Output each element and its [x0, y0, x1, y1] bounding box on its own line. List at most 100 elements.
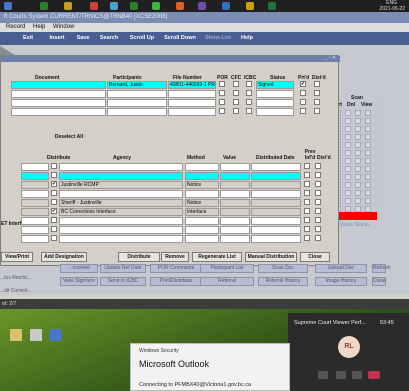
dialog-button-remove[interactable]: Remove [161, 252, 189, 262]
por-checkbox[interactable] [219, 90, 225, 96]
show-list-button[interactable]: Show List [204, 34, 232, 43]
app-icon[interactable] [110, 2, 118, 10]
por-checkbox[interactable] [219, 108, 225, 114]
icbc-checkbox[interactable] [246, 81, 252, 87]
value-cell[interactable] [220, 208, 250, 216]
scan-checkbox[interactable] [365, 190, 371, 196]
distd-checkbox[interactable] [315, 217, 321, 223]
scan-checkbox[interactable] [365, 166, 371, 172]
cfc-checkbox[interactable] [233, 81, 239, 87]
scan-checkbox[interactable] [365, 118, 371, 124]
printed-checkbox[interactable] [300, 90, 306, 96]
app-icon[interactable] [198, 2, 206, 10]
scan-checkbox[interactable] [345, 174, 351, 180]
printed-checkbox[interactable] [300, 99, 306, 105]
file-number-cell[interactable] [168, 108, 216, 116]
participants-cell[interactable] [107, 99, 167, 107]
prev-infd-checkbox[interactable] [304, 181, 310, 187]
distributed-date-cell[interactable] [251, 181, 301, 189]
distributed-date-cell[interactable] [251, 217, 301, 225]
status-cell[interactable] [256, 90, 294, 98]
value-cell[interactable] [220, 172, 250, 180]
printed-checkbox[interactable] [300, 108, 306, 114]
printed-checkbox[interactable]: ✔ [300, 81, 306, 87]
distd-checkbox[interactable] [315, 208, 321, 214]
left-link-1[interactable]: ...tus Recrid... [0, 275, 31, 281]
cfc-checkbox[interactable] [233, 108, 239, 114]
scan-checkbox[interactable] [345, 110, 351, 116]
menu-window[interactable]: Window [53, 24, 74, 30]
scan-checkbox[interactable] [355, 110, 361, 116]
distributed-checkbox[interactable] [314, 108, 320, 114]
scan-checkbox[interactable] [355, 198, 361, 204]
prev-infd-checkbox[interactable] [304, 208, 310, 214]
participants-cell[interactable] [107, 90, 167, 98]
distribute-cell[interactable] [21, 190, 49, 198]
app-icon[interactable] [152, 2, 160, 10]
distribute-checkbox[interactable] [51, 217, 57, 223]
method-cell[interactable]: Notice [185, 181, 219, 189]
file-number-cell[interactable]: 40801-446569-1 PRA [168, 81, 216, 89]
distribute-cell[interactable] [21, 208, 49, 216]
document-cell[interactable] [11, 90, 106, 98]
scan-checkbox[interactable] [345, 142, 351, 148]
status-cell[interactable]: Signed [256, 81, 294, 89]
scan-checkbox[interactable] [345, 166, 351, 172]
distributed-date-cell[interactable] [251, 208, 301, 216]
menu-record[interactable]: Record [6, 24, 25, 30]
left-link-2[interactable]: ...dit Current... [0, 288, 32, 294]
scan-checkbox[interactable] [355, 142, 361, 148]
bottom-button-update-ref-date[interactable]: Update Ref Date [100, 264, 146, 273]
method-cell[interactable] [185, 190, 219, 198]
deselect-all-button[interactable]: Deselect All [49, 133, 89, 143]
prev-infd-checkbox[interactable] [304, 172, 310, 178]
participants-cell[interactable]: Bernard, Justin [107, 81, 167, 89]
bottom-button-referral-history[interactable]: Referral History [258, 277, 308, 286]
distd-checkbox[interactable] [315, 235, 321, 241]
method-cell[interactable] [185, 163, 219, 171]
distribute-checkbox[interactable] [51, 226, 57, 232]
agency-cell[interactable]: Sheriff - Justinville [59, 199, 183, 207]
distributed-date-cell[interactable] [251, 190, 301, 198]
document-cell[interactable] [11, 99, 106, 107]
icbc-checkbox[interactable] [246, 99, 252, 105]
scan-checkbox[interactable] [355, 182, 361, 188]
bottom-button-referral[interactable]: Referral [200, 277, 254, 286]
por-checkbox[interactable] [219, 99, 225, 105]
scan-checkbox[interactable] [365, 198, 371, 204]
app-icon[interactable] [176, 2, 184, 10]
scan-checkbox[interactable] [345, 150, 351, 156]
value-cell[interactable] [220, 181, 250, 189]
app-icon[interactable] [222, 2, 230, 10]
distribute-checkbox[interactable] [51, 190, 57, 196]
scroll-up-button[interactable]: Scroll Up [126, 34, 158, 43]
distributed-checkbox[interactable] [314, 99, 320, 105]
distd-checkbox[interactable] [315, 181, 321, 187]
scan-checkbox[interactable] [355, 134, 361, 140]
distd-checkbox[interactable] [315, 190, 321, 196]
method-cell[interactable]: Notice [185, 199, 219, 207]
app-icon[interactable] [40, 2, 48, 10]
app-icon[interactable] [130, 2, 138, 10]
status-cell[interactable] [256, 108, 294, 116]
scroll-down-button[interactable]: Scroll Down [160, 34, 200, 43]
dialog-button-view-print[interactable]: View/Print [1, 252, 33, 262]
distribute-cell[interactable] [21, 163, 49, 171]
exit-button[interactable]: Exit [18, 34, 38, 43]
distd-checkbox[interactable] [315, 163, 321, 169]
method-cell[interactable] [185, 217, 219, 225]
distributed-date-cell[interactable] [251, 199, 301, 207]
search-button[interactable]: Search [96, 34, 122, 43]
distributed-date-cell[interactable] [251, 163, 301, 171]
scan-checkbox[interactable] [365, 126, 371, 132]
desktop-file-icon[interactable] [30, 329, 42, 341]
share-icon[interactable] [352, 371, 362, 379]
bottom-button-view-sign-ture[interactable]: View Sign'ture [60, 277, 98, 286]
scan-checkbox[interactable] [345, 134, 351, 140]
scan-checkbox[interactable] [355, 190, 361, 196]
prev-infd-checkbox[interactable] [304, 226, 310, 232]
distributed-checkbox[interactable] [314, 81, 320, 87]
distributed-date-cell[interactable] [251, 172, 301, 180]
app-icon[interactable] [90, 2, 98, 10]
por-checkbox[interactable] [219, 81, 225, 87]
